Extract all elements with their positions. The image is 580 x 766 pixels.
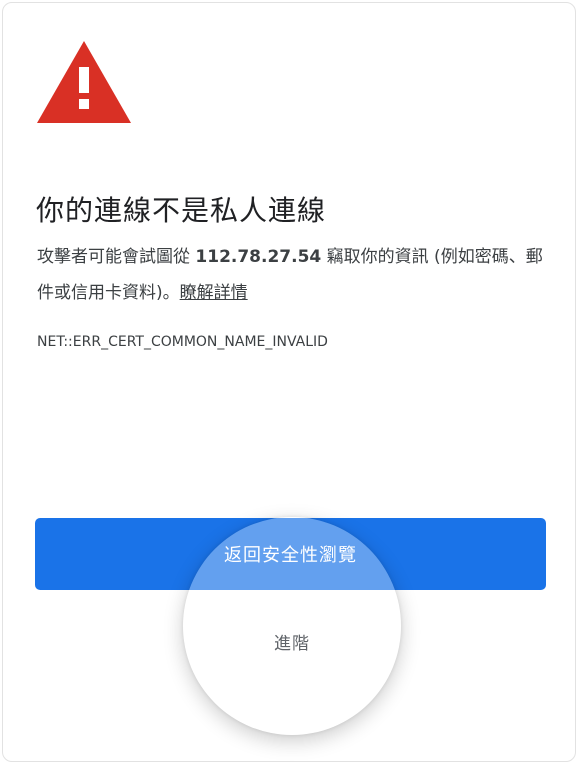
description: 攻擊者可能會試圖從 112.78.27.54 竊取你的資訊 (例如密碼、郵件或信… <box>37 239 547 311</box>
host-address: 112.78.27.54 <box>195 247 322 267</box>
warning-triangle-icon <box>37 41 131 123</box>
error-code: NET::ERR_CERT_COMMON_NAME_INVALID <box>37 334 328 350</box>
advanced-button[interactable]: 進階 <box>183 629 401 654</box>
page-title: 你的連線不是私人連線 <box>36 194 327 227</box>
description-prefix: 攻擊者可能會試圖從 <box>37 247 196 267</box>
learn-more-link[interactable]: 瞭解詳情 <box>180 283 248 303</box>
interstitial-page: 你的連線不是私人連線 攻擊者可能會試圖從 112.78.27.54 竊取你的資訊… <box>2 2 576 762</box>
back-to-safety-button[interactable]: 返回安全性瀏覽 <box>35 518 546 590</box>
